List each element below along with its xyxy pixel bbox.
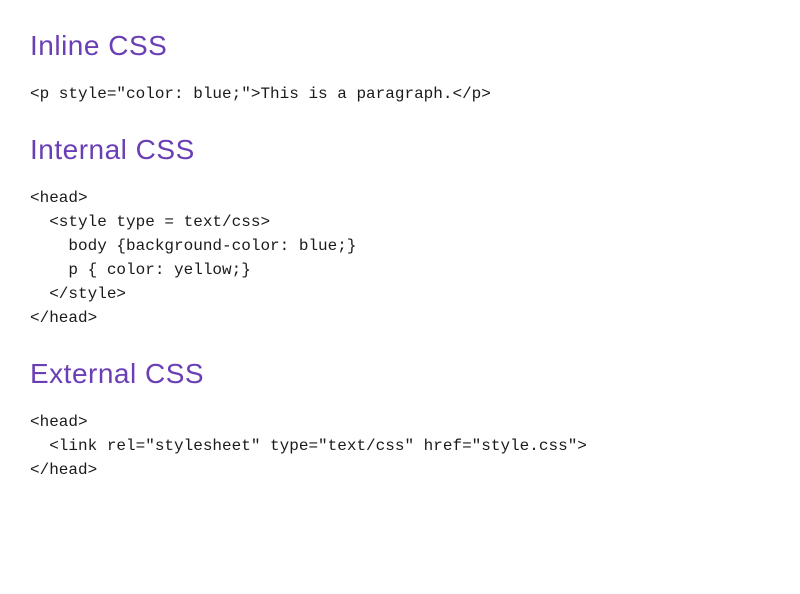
heading-external-css: External CSS [30,358,770,390]
code-internal-css: <head> <style type = text/css> body {bac… [30,186,770,330]
section-internal-css: Internal CSS <head> <style type = text/c… [30,134,770,330]
heading-inline-css: Inline CSS [30,30,770,62]
code-inline-css: <p style="color: blue;">This is a paragr… [30,82,770,106]
heading-internal-css: Internal CSS [30,134,770,166]
code-external-css: <head> <link rel="stylesheet" type="text… [30,410,770,482]
section-inline-css: Inline CSS <p style="color: blue;">This … [30,30,770,106]
section-external-css: External CSS <head> <link rel="styleshee… [30,358,770,482]
